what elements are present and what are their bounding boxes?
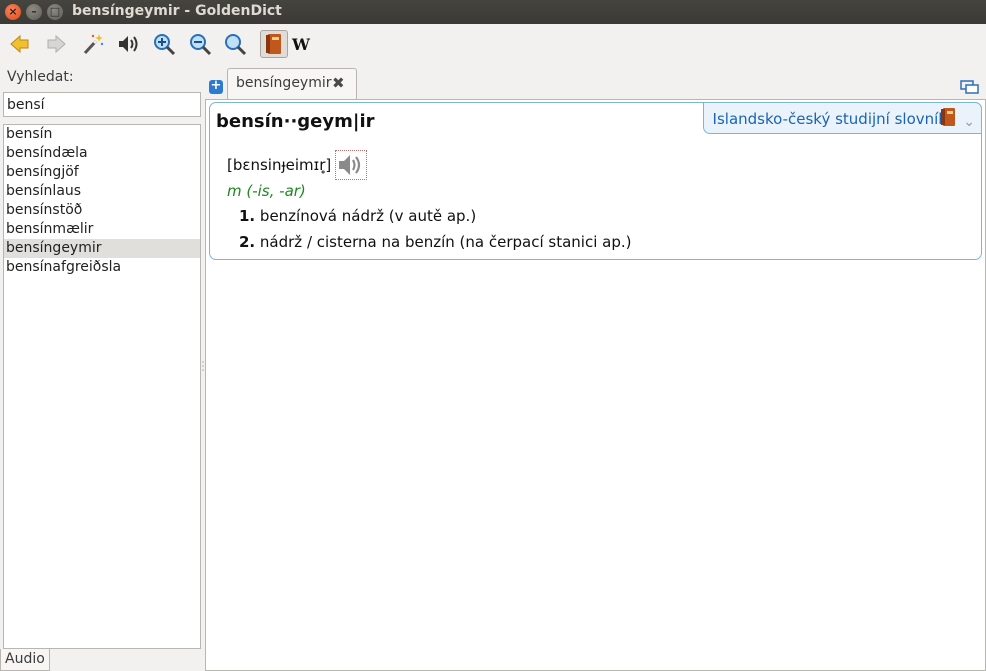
word-list[interactable]: bensín bensíndæla bensíngjöf bensínlaus bens… bbox=[3, 124, 201, 649]
speaker-icon bbox=[339, 155, 361, 175]
maximize-icon: □ bbox=[49, 5, 61, 18]
tab-bensingeymir[interactable]: bensíngeymir ✖ bbox=[227, 68, 357, 100]
headword: bensín··geym|ir bbox=[216, 111, 375, 132]
sense-1: 1. benzínová nádrž (v autě ap.) bbox=[239, 207, 476, 225]
list-item[interactable]: bensín bbox=[4, 125, 200, 144]
collapse-chevron-icon[interactable]: ⌄ bbox=[963, 106, 975, 138]
search-label: Vyhledat: bbox=[7, 69, 74, 85]
back-button[interactable] bbox=[6, 30, 34, 58]
list-item[interactable]: bensíngeymir bbox=[4, 239, 200, 258]
dictionary-title-bar[interactable]: Islandsko-český studijní slovník ⌄ bbox=[702, 102, 982, 134]
dictionary-name: Islandsko-český studijní slovník bbox=[712, 110, 947, 128]
dictionary-bar-button[interactable] bbox=[260, 30, 288, 58]
minimize-icon: – bbox=[31, 5, 37, 18]
wikipedia-button[interactable]: W bbox=[287, 30, 315, 58]
wikipedia-icon: W bbox=[292, 34, 310, 54]
forward-button[interactable] bbox=[42, 30, 70, 58]
sense-text: benzínová nádrž (v autě ap.) bbox=[259, 207, 477, 225]
book-icon bbox=[266, 34, 281, 54]
zoom-normal-icon bbox=[225, 34, 247, 56]
title-bar: × – □ bensíngeymir - GoldenDict bbox=[0, 0, 986, 24]
book-icon bbox=[941, 108, 955, 126]
minimize-window-button[interactable]: – bbox=[26, 4, 42, 20]
plus-icon: + bbox=[210, 78, 222, 93]
close-window-button[interactable]: × bbox=[5, 4, 21, 20]
scan-popup-button[interactable] bbox=[79, 30, 107, 58]
grammar-info: m (-is, -ar) bbox=[227, 182, 306, 200]
zoom-out-button[interactable] bbox=[186, 30, 214, 58]
zoom-in-icon bbox=[154, 34, 176, 56]
sense-number: 1. bbox=[239, 207, 256, 225]
list-item[interactable]: bensíngjöf bbox=[4, 163, 200, 182]
magic-wand-icon bbox=[83, 34, 104, 55]
dictionary-article: Islandsko-český studijní slovník ⌄ bensí… bbox=[209, 102, 982, 260]
article-view: Islandsko-český studijní slovník ⌄ bensí… bbox=[205, 99, 986, 671]
pronounce-button[interactable] bbox=[114, 30, 142, 58]
tab-close-icon[interactable]: ✖ bbox=[332, 74, 345, 92]
zoom-out-icon bbox=[190, 34, 212, 56]
list-item[interactable]: bensíndæla bbox=[4, 144, 200, 163]
audio-tab[interactable]: Audio bbox=[0, 649, 50, 671]
list-item[interactable]: bensínstöð bbox=[4, 201, 200, 220]
goldendict-window: × – □ bensíngeymir - GoldenDict W Vyhled… bbox=[0, 0, 986, 671]
toolbar: W bbox=[0, 24, 986, 64]
zoom-normal-button[interactable] bbox=[221, 30, 249, 58]
window-title: bensíngeymir - GoldenDict bbox=[72, 3, 282, 19]
pronunciation-line: [bɛnsinɟeimɪr̥] bbox=[227, 150, 368, 180]
sense-2: 2. nádrž / cisterna na benzín (na čerpac… bbox=[239, 233, 631, 251]
zoom-in-button[interactable] bbox=[150, 30, 178, 58]
close-icon: × bbox=[8, 5, 18, 18]
speaker-icon bbox=[119, 36, 138, 52]
list-item[interactable]: bensínlaus bbox=[4, 182, 200, 201]
new-tab-button[interactable]: + bbox=[209, 78, 223, 94]
tab-label: bensíngeymir bbox=[236, 75, 332, 91]
maximize-window-button[interactable]: □ bbox=[47, 4, 63, 20]
search-input[interactable] bbox=[3, 92, 201, 117]
tabs-list-icon[interactable] bbox=[960, 80, 980, 94]
pronunciation: [bɛnsinɟeimɪr̥] bbox=[227, 156, 332, 174]
list-item[interactable]: bensínafgreiðsla bbox=[4, 258, 200, 277]
play-sound-button[interactable] bbox=[335, 150, 368, 180]
list-item[interactable]: bensínmælir bbox=[4, 220, 200, 239]
arrow-left-icon bbox=[10, 34, 29, 54]
sense-number: 2. bbox=[239, 233, 256, 251]
sense-text: nádrž / cisterna na benzín (na čerpací s… bbox=[259, 233, 632, 251]
arrow-right-icon bbox=[47, 34, 66, 54]
